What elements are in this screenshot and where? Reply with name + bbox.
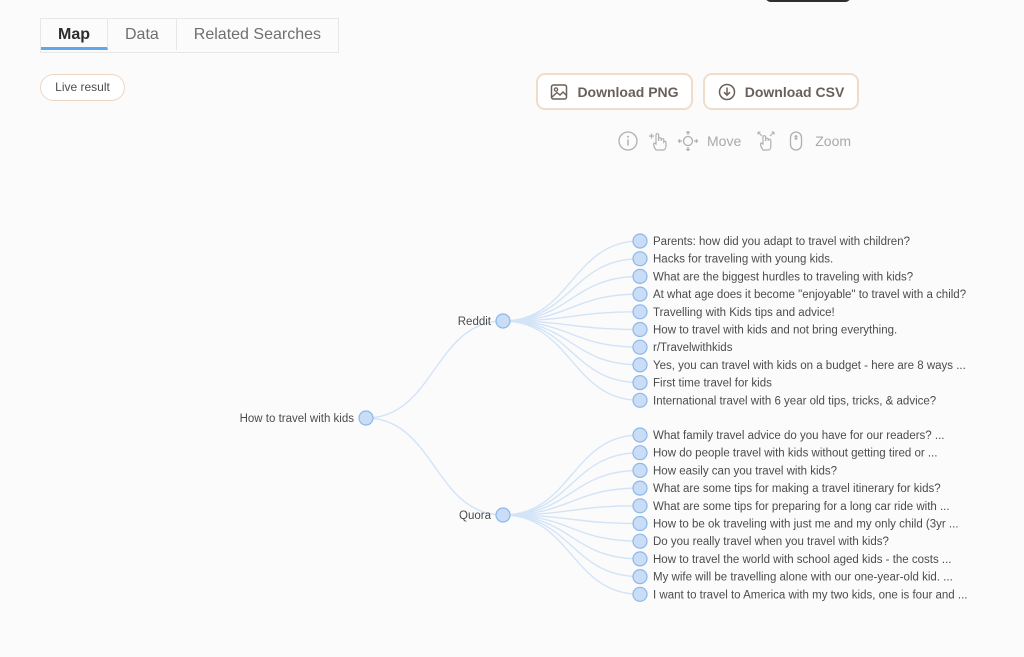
edges [365, 240, 641, 595]
leaf-node-dot[interactable] [632, 251, 648, 267]
edge-leaf [502, 275, 641, 322]
branch-node-dot-reddit[interactable] [495, 313, 511, 329]
root-node-dot[interactable] [358, 410, 374, 426]
mind-map[interactable]: How to travel with kids Reddit Parents: ho… [0, 0, 1024, 657]
leaf-node-label: How to be ok traveling with just me and … [653, 519, 959, 531]
branch-node-label-reddit: Reddit [458, 316, 492, 328]
leaf-node-dot[interactable] [632, 339, 648, 355]
leaf-node-label: First time travel for kids [653, 378, 772, 390]
leaf-node-dot[interactable] [632, 392, 648, 408]
leaf-node-label: My wife will be travelling alone with ou… [653, 572, 953, 584]
nodes: How to travel with kids Reddit Parents: ho… [240, 233, 967, 602]
leaf-node-dot[interactable] [632, 533, 648, 549]
branch-node-label-quora: Quora [459, 510, 492, 522]
leaf-node-dot[interactable] [632, 551, 648, 567]
leaf-node-label: Travelling with Kids tips and advice! [653, 307, 835, 319]
leaf-node-dot[interactable] [632, 586, 648, 602]
leaf-node-dot[interactable] [632, 286, 648, 302]
edge-leaf [502, 514, 641, 595]
edge-leaf [502, 469, 641, 516]
edge-leaf [502, 514, 641, 560]
leaf-node-label: Hacks for traveling with young kids. [653, 254, 833, 266]
edge-root-quora [365, 417, 504, 516]
leaf-node-dot[interactable] [632, 321, 648, 338]
leaf-node-dot[interactable] [632, 427, 648, 443]
edge-leaf [502, 320, 641, 366]
leaf-node-label: How do people travel with kids without g… [653, 448, 937, 460]
leaf-node-dot[interactable] [632, 304, 648, 320]
leaf-node-dot[interactable] [632, 233, 648, 249]
leaf-node-label: How easily can you travel with kids? [653, 465, 837, 477]
leaf-node-dot[interactable] [632, 498, 648, 514]
leaf-node-dot[interactable] [632, 480, 648, 496]
leaf-node-dot[interactable] [632, 515, 648, 532]
leaf-node-label: How to travel with kids and not bring ev… [653, 325, 897, 337]
leaf-node-label: How to travel the world with school aged… [653, 554, 952, 566]
branch-node-dot-quora[interactable] [495, 507, 511, 523]
leaf-node-dot[interactable] [632, 357, 648, 373]
leaf-node-dot[interactable] [632, 462, 648, 478]
leaf-node-label: r/Travelwithkids [653, 342, 733, 354]
leaf-node-dot[interactable] [632, 268, 648, 284]
leaf-node-dot[interactable] [632, 375, 648, 391]
leaf-node-label: At what age does it become "enjoyable" t… [653, 289, 966, 301]
edge-leaf [502, 320, 641, 401]
edge-leaf [502, 320, 641, 384]
leaf-node-label: What family travel advice do you have fo… [653, 430, 944, 442]
leaf-node-label: Parents: how did you adapt to travel wit… [653, 236, 910, 248]
leaf-node-label: What are some tips for preparing for a l… [653, 501, 950, 513]
leaf-node-dot[interactable] [632, 445, 648, 461]
leaf-node-label: What are the biggest hurdles to travelin… [653, 271, 913, 283]
edge-leaf [502, 514, 641, 578]
leaf-node-label: International travel with 6 year old tip… [653, 395, 936, 407]
leaf-node-label: I want to travel to America with my two … [653, 589, 967, 601]
root-node-label: How to travel with kids [240, 413, 355, 425]
edge-leaf [502, 240, 641, 322]
leaf-node-label: What are some tips for making a travel i… [653, 483, 941, 495]
leaf-node-dot[interactable] [632, 568, 648, 585]
edge-leaf [502, 434, 641, 516]
leaf-node-label: Yes, you can travel with kids on a budge… [653, 360, 966, 372]
edge-root-reddit [365, 320, 504, 419]
leaf-node-label: Do you really travel when you travel wit… [653, 536, 889, 548]
